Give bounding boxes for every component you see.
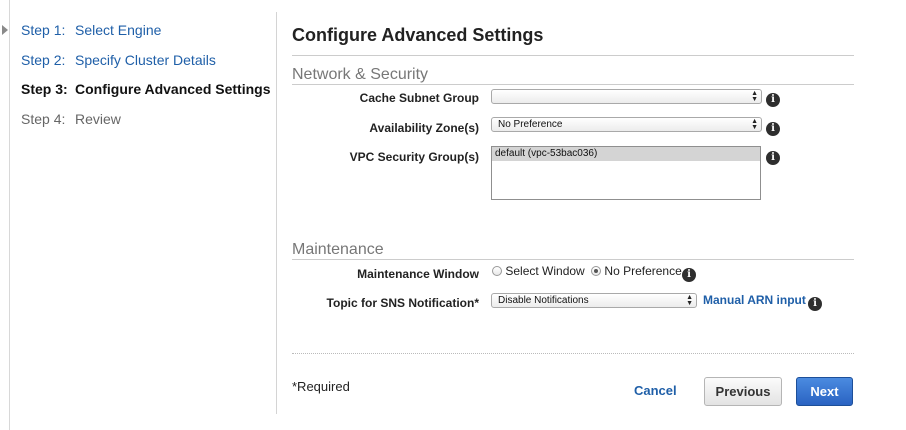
sns-topic-label: Topic for SNS Notification* <box>326 296 479 310</box>
availability-zone-select[interactable]: No Preference ▲ ▼ <box>491 117 762 132</box>
step-label: Configure Advanced Settings <box>75 81 271 97</box>
vpc-security-group-label: VPC Security Group(s) <box>349 150 479 164</box>
maintenance-window-radio-group: Select Window No Preference <box>492 264 682 278</box>
step-label: Review <box>75 111 121 127</box>
previous-button[interactable]: Previous <box>704 377 782 406</box>
footer-divider <box>292 353 854 354</box>
section-divider <box>292 259 854 260</box>
step-label: Select Engine <box>75 22 162 38</box>
expand-arrow-icon[interactable] <box>2 25 8 35</box>
select-value: Disable Notifications <box>498 295 589 306</box>
cache-subnet-group-select[interactable]: ▲ ▼ <box>491 89 762 104</box>
select-arrows-icon: ▲ ▼ <box>751 90 758 103</box>
vpc-security-group-listbox[interactable]: default (vpc-53bac036) <box>491 146 761 200</box>
info-icon[interactable]: i <box>808 297 822 311</box>
step-number: Step 3: <box>21 81 68 97</box>
section-title-maintenance: Maintenance <box>292 241 384 258</box>
radio-select-window[interactable] <box>492 266 502 276</box>
step-number: Step 2: <box>21 52 66 68</box>
cancel-button[interactable]: Cancel <box>634 383 677 398</box>
select-arrows-icon: ▲ ▼ <box>751 118 758 131</box>
title-divider <box>292 55 854 56</box>
manual-arn-input-link[interactable]: Manual ARN input <box>703 293 806 307</box>
sns-topic-select[interactable]: Disable Notifications ▲ ▼ <box>491 293 697 308</box>
next-button[interactable]: Next <box>796 377 853 406</box>
section-title-network-security: Network & Security <box>292 66 429 83</box>
info-icon[interactable]: i <box>766 122 780 136</box>
step-number: Step 4: <box>21 111 66 127</box>
radio-label-no-preference[interactable]: No Preference <box>604 264 681 278</box>
availability-zone-label: Availability Zone(s) <box>369 121 479 135</box>
listbox-option[interactable]: default (vpc-53bac036) <box>492 147 760 161</box>
step-configure-advanced-settings: Step 3: Configure Advanced Settings <box>21 81 271 97</box>
step-label: Specify Cluster Details <box>75 52 216 68</box>
step-review: Step 4: Review <box>21 111 121 127</box>
step-select-engine[interactable]: Step 1: Select Engine <box>21 22 161 38</box>
cache-subnet-group-label: Cache Subnet Group <box>359 91 479 105</box>
collapsed-panel-edge[interactable] <box>0 0 10 430</box>
radio-no-preference[interactable] <box>591 266 602 276</box>
maintenance-window-label: Maintenance Window <box>357 267 479 281</box>
step-specify-cluster-details[interactable]: Step 2: Specify Cluster Details <box>21 52 216 68</box>
select-value: No Preference <box>498 119 563 130</box>
page-title: Configure Advanced Settings <box>292 25 544 45</box>
radio-label-select-window[interactable]: Select Window <box>505 264 584 278</box>
info-icon[interactable]: i <box>682 268 696 282</box>
sidebar-divider <box>276 12 277 414</box>
required-note: *Required <box>292 379 350 394</box>
section-divider <box>292 84 854 85</box>
select-arrows-icon: ▲ ▼ <box>686 294 693 307</box>
step-number: Step 1: <box>21 22 66 38</box>
info-icon[interactable]: i <box>766 93 780 107</box>
info-icon[interactable]: i <box>766 151 780 165</box>
